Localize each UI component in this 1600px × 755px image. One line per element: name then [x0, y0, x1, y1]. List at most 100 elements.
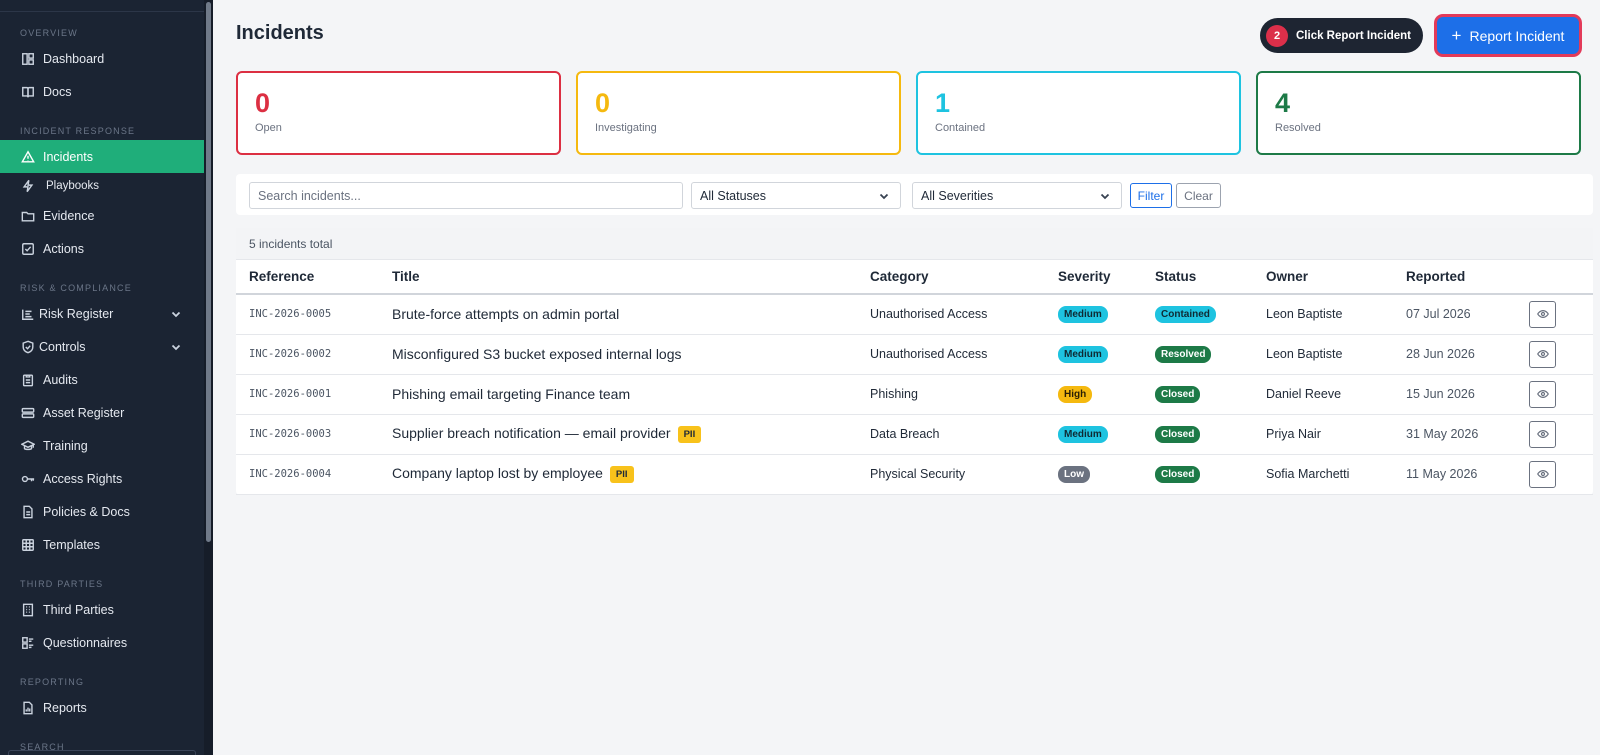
sidebar-search-input[interactable] — [8, 750, 196, 755]
cell-title[interactable]: Supplier breach notification — email pro… — [379, 414, 857, 455]
sidebar-item-access-rights[interactable]: Access Rights — [0, 462, 204, 495]
sidebar-item-label: Evidence — [43, 208, 95, 223]
cell-category: Data Breach — [857, 414, 1045, 455]
sidebar-item-training[interactable]: Training — [0, 429, 204, 462]
view-button[interactable] — [1529, 300, 1556, 328]
column-header-status[interactable]: Status — [1142, 260, 1253, 295]
cell-owner: Leon Baptiste — [1253, 334, 1393, 375]
view-button[interactable] — [1529, 380, 1556, 408]
table-row[interactable]: INC-2026-0003 Supplier breach notificati… — [236, 414, 1593, 455]
step-number-badge: 2 — [1266, 24, 1288, 47]
status-badge: Contained — [1155, 305, 1216, 323]
clear-button[interactable]: Clear — [1176, 183, 1221, 208]
sidebar: Overview Dashboard Docs Incident Respons… — [0, 0, 204, 755]
incidents-table-card: 5 incidents total Reference Title Catego… — [236, 228, 1593, 495]
document-icon — [20, 504, 35, 519]
cell-owner: Leon Baptiste — [1253, 294, 1393, 335]
sidebar-item-asset-register[interactable]: Asset Register — [0, 396, 204, 429]
shield-icon — [20, 339, 35, 354]
cell-title[interactable]: Company laptop lost by employee PII — [379, 454, 857, 495]
sidebar-item-questionnaires[interactable]: Questionnaires — [0, 626, 204, 659]
scrollbar-thumb[interactable] — [206, 2, 211, 542]
column-header-reference[interactable]: Reference — [236, 260, 379, 295]
status-select[interactable]: All Statuses — [691, 182, 901, 209]
column-header-reported[interactable]: Reported — [1393, 260, 1516, 295]
guide-tooltip: 2 Click Report Incident — [1260, 18, 1424, 53]
plus-icon: + — [1451, 26, 1462, 45]
section-third-parties: Third Parties — [20, 579, 104, 589]
sidebar-item-dashboard[interactable]: Dashboard — [0, 42, 204, 75]
column-header-owner[interactable]: Owner — [1253, 260, 1393, 295]
sidebar-item-playbooks[interactable]: Playbooks — [0, 173, 204, 199]
cell-reported: 31 May 2026 — [1393, 414, 1516, 455]
report-icon — [20, 700, 35, 715]
status-badge: Closed — [1155, 385, 1201, 403]
folder-icon — [20, 208, 35, 223]
chevron-down-icon[interactable] — [170, 308, 182, 323]
section-incident-response: Incident Response — [20, 126, 136, 136]
sidebar-item-label: Questionnaires — [43, 635, 128, 650]
sidebar-scrollbar[interactable] — [204, 0, 213, 755]
sidebar-item-label: Dashboard — [43, 51, 105, 66]
incident-title-link[interactable]: Brute-force attempts on admin portal — [392, 306, 619, 322]
table-row[interactable]: INC-2026-0005 Brute-force attempts on ad… — [236, 294, 1593, 335]
view-button[interactable] — [1529, 460, 1556, 488]
chevron-down-icon[interactable] — [170, 341, 182, 356]
column-header-severity[interactable]: Severity — [1045, 260, 1142, 295]
sidebar-item-risk-register[interactable]: Risk Register — [0, 297, 204, 330]
search-input[interactable] — [249, 182, 683, 209]
cell-actions — [1516, 294, 1593, 335]
column-header-category[interactable]: Category — [857, 260, 1045, 295]
cell-title[interactable]: Misconfigured S3 bucket exposed internal… — [379, 334, 857, 375]
report-incident-label: Report Incident — [1469, 27, 1565, 44]
column-header-title[interactable]: Title — [379, 260, 857, 295]
view-button[interactable] — [1529, 420, 1556, 448]
sidebar-item-third-parties[interactable]: Third Parties — [0, 593, 204, 626]
cell-owner: Sofia Marchetti — [1253, 454, 1393, 495]
sidebar-item-controls[interactable]: Controls — [0, 330, 204, 363]
cell-owner: Daniel Reeve — [1253, 374, 1393, 415]
cell-title[interactable]: Brute-force attempts on admin portal — [379, 294, 857, 335]
view-button[interactable] — [1529, 340, 1556, 368]
sidebar-item-label: Risk Register — [39, 306, 114, 321]
table-row[interactable]: INC-2026-0002 Misconfigured S3 bucket ex… — [236, 334, 1593, 375]
cell-title[interactable]: Phishing email targeting Finance team — [379, 374, 857, 415]
incident-title-link[interactable]: Company laptop lost by employee — [392, 465, 603, 481]
status-badge: Closed — [1155, 425, 1201, 443]
incident-title-link[interactable]: Supplier breach notification — email pro… — [392, 425, 671, 441]
cell-severity: Low — [1045, 454, 1142, 495]
chevron-down-icon — [1099, 190, 1111, 205]
severity-select[interactable]: All Severities — [912, 182, 1122, 209]
stat-card-open: 0 Open — [236, 71, 561, 155]
sidebar-item-reports[interactable]: Reports — [0, 691, 204, 724]
sidebar-item-actions[interactable]: Actions — [0, 232, 204, 265]
sidebar-item-label: Audits — [43, 372, 78, 387]
checklist-icon — [20, 635, 35, 650]
sidebar-item-docs[interactable]: Docs — [0, 75, 204, 108]
incident-title-link[interactable]: Phishing email targeting Finance team — [392, 386, 630, 402]
cell-reference: INC-2026-0001 — [236, 374, 379, 415]
sidebar-item-evidence[interactable]: Evidence — [0, 199, 204, 232]
table-row[interactable]: INC-2026-0001 Phishing email targeting F… — [236, 374, 1593, 415]
sidebar-item-templates[interactable]: Templates — [0, 528, 204, 561]
sidebar-item-incidents[interactable]: Incidents — [0, 140, 204, 173]
report-incident-button[interactable]: + Report Incident — [1437, 17, 1579, 54]
server-icon — [20, 405, 35, 420]
cell-status: Closed — [1142, 454, 1253, 495]
list-bars-icon — [20, 306, 35, 321]
sidebar-item-label: Actions — [43, 241, 84, 256]
incident-title-link[interactable]: Misconfigured S3 bucket exposed internal… — [392, 346, 682, 362]
stat-value: 1 — [935, 88, 951, 118]
sidebar-item-policies-docs[interactable]: Policies & Docs — [0, 495, 204, 528]
section-risk-compliance: Risk & Compliance — [20, 283, 132, 293]
building-icon — [20, 602, 35, 617]
stat-card-investigating: 0 Investigating — [576, 71, 901, 155]
sidebar-item-label: Policies & Docs — [43, 504, 130, 519]
sidebar-item-audits[interactable]: Audits — [0, 363, 204, 396]
incident-count: 5 incidents total — [236, 228, 1593, 260]
filter-button[interactable]: Filter — [1130, 183, 1172, 208]
table-row[interactable]: INC-2026-0004 Company laptop lost by emp… — [236, 454, 1593, 495]
stat-label: Contained — [935, 122, 986, 134]
chevron-down-icon — [878, 190, 890, 205]
eye-icon — [1536, 390, 1549, 398]
